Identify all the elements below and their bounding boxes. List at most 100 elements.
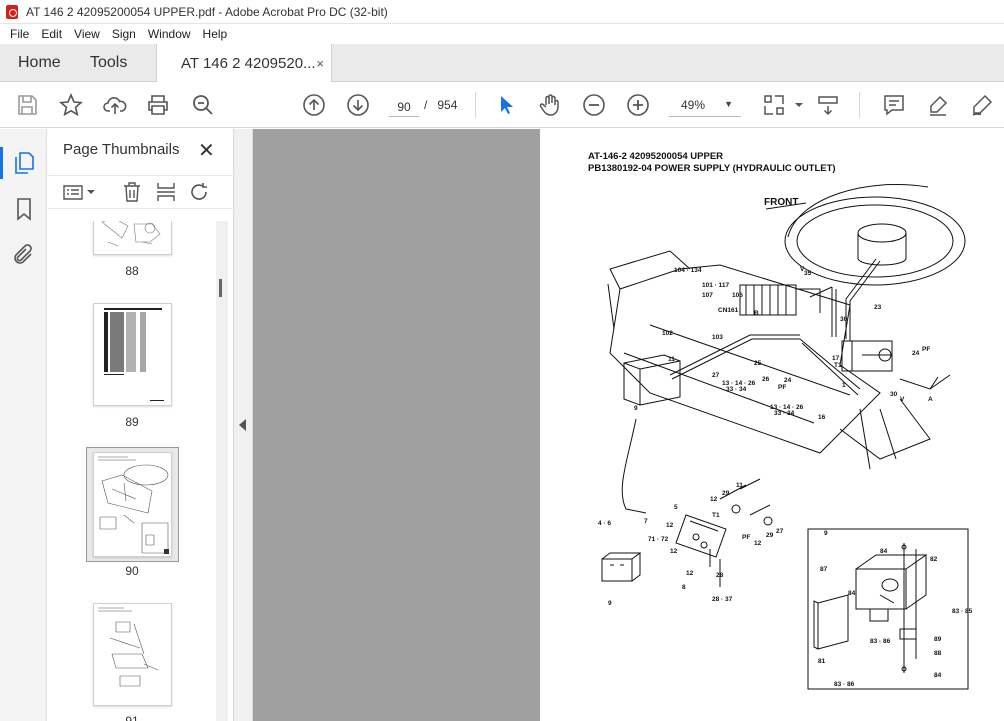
callout-103: 103 (712, 334, 723, 341)
select-cursor-icon[interactable] (494, 93, 518, 117)
callout-cn161: CN161 (718, 307, 739, 314)
thumbnail-page-90[interactable] (93, 452, 172, 557)
extract-page-icon[interactable] (155, 181, 177, 203)
thumbnail-page-88[interactable] (93, 221, 172, 255)
zoom-search-icon[interactable] (191, 93, 215, 117)
callout-a: A (928, 396, 933, 403)
fit-page-icon[interactable] (762, 93, 786, 117)
hydraulic-diagram: FRONT 104 · 134 101 · 117 107 106 B CN16… (598, 184, 973, 690)
thumbnail-page-89[interactable] (93, 303, 172, 406)
menu-file[interactable]: File (4, 27, 35, 41)
bookmarks-icon[interactable] (12, 197, 36, 221)
collapse-left-arrow-icon[interactable] (239, 419, 246, 431)
main-toolbar: / 954 49% ▼ (0, 82, 1004, 128)
rotate-page-icon[interactable] (189, 181, 211, 203)
panel-collapse-strip[interactable] (234, 129, 253, 721)
bookmark-star-icon[interactable] (59, 92, 83, 117)
comment-icon[interactable] (882, 93, 906, 117)
callout-28: 28 (716, 572, 724, 579)
fit-page-dropdown-icon[interactable] (787, 93, 803, 117)
menu-sign[interactable]: Sign (106, 27, 142, 41)
menu-window[interactable]: Window (142, 27, 197, 41)
attachments-paperclip-icon[interactable] (12, 243, 36, 267)
callout-87: 87 (820, 566, 828, 573)
print-icon[interactable] (146, 93, 170, 117)
toolbar-divider (475, 92, 476, 118)
scrollbar-thumb[interactable] (219, 279, 222, 297)
tab-document[interactable]: AT 146 2 4209520... × (156, 44, 332, 83)
callout-17: 17 (832, 355, 840, 362)
close-panel-icon[interactable]: ✕ (198, 138, 215, 163)
callout-27b: 27 (776, 528, 784, 535)
callout-1: 1 (842, 382, 846, 389)
scroll-mode-icon[interactable] (816, 93, 840, 117)
tab-document-label: AT 146 2 4209520... (181, 55, 316, 72)
total-pages: 954 (437, 98, 458, 112)
callout-pf2: PF (922, 346, 930, 353)
callout-89: 89 (934, 636, 942, 643)
thumbnail-label-90: 90 (125, 564, 139, 578)
callout-12a: 12 (666, 522, 674, 529)
callout-83-86: 83 · 86 (870, 638, 891, 645)
previous-page-icon[interactable] (302, 93, 326, 117)
menu-edit[interactable]: Edit (35, 27, 68, 41)
zoom-out-icon[interactable] (582, 93, 606, 117)
callout-33-34b: 33 · 34 (774, 410, 795, 417)
toolbar-divider (859, 92, 860, 118)
callout-pf: PF (778, 384, 786, 391)
sign-pen-icon[interactable] (970, 93, 994, 117)
callout-11: 11 (668, 356, 675, 363)
callout-12b: 12 (670, 548, 678, 555)
callout-pf3: PF (742, 534, 750, 541)
callout-84: 84 (880, 548, 888, 555)
callout-12d: 12 (710, 496, 718, 503)
tab-home[interactable]: Home (18, 44, 61, 82)
document-viewport[interactable]: AT-146-2 42095200054 UPPER PB1380192-04 … (253, 129, 1004, 721)
tab-bar: Home Tools AT 146 2 4209520... × (0, 44, 1004, 83)
thumbnail-page-91[interactable] (93, 603, 172, 706)
zoom-level-dropdown[interactable]: 49% ▼ (669, 93, 741, 117)
callout-102: 102 (662, 330, 673, 337)
next-page-icon[interactable] (346, 93, 370, 117)
tab-tools[interactable]: Tools (90, 44, 127, 82)
callout-8: 8 (682, 584, 686, 591)
menu-help[interactable]: Help (197, 27, 234, 41)
page-thumbnails-icon[interactable] (0, 147, 36, 179)
thumbnail-list[interactable]: 88 89 90 91 (48, 221, 234, 721)
highlight-pen-icon[interactable] (926, 93, 950, 117)
callout-26: 26 (762, 376, 770, 383)
tab-close-button[interactable]: × (316, 56, 324, 71)
document-page: AT-146-2 42095200054 UPPER PB1380192-04 … (540, 129, 1004, 721)
callout-106: 106 (732, 292, 743, 299)
callout-84b: 84 (848, 590, 856, 597)
window-title: AT 146 2 42095200054 UPPER.pdf - Adobe A… (26, 4, 388, 19)
callout-12c: 12 (686, 570, 694, 577)
zoom-level-value: 49% (681, 98, 706, 112)
callout-v2: V (900, 396, 905, 403)
callout-81: 81 (818, 658, 826, 665)
callout-71-72: 71 · 72 (648, 536, 669, 543)
callout-82: 82 (930, 556, 938, 563)
callout-88: 88 (934, 650, 942, 657)
callout-104: 104 · 134 (674, 267, 702, 274)
callout-9b: 9 (608, 600, 612, 607)
zoom-in-icon[interactable] (626, 93, 650, 117)
hand-tool-icon[interactable] (538, 93, 562, 117)
callout-25: 25 (754, 360, 762, 367)
callout-101: 101 · 117 (702, 282, 729, 289)
callout-5: 5 (674, 504, 678, 511)
callout-7: 7 (644, 518, 648, 525)
callout-107: 107 (702, 292, 713, 299)
callout-12e: 12 (754, 540, 762, 547)
thumbnail-scrollbar[interactable] (216, 221, 228, 721)
left-navigation-rail (0, 129, 47, 721)
thumbnail-options-icon[interactable] (62, 181, 84, 203)
callout-4-6: 4 · 6 (598, 520, 611, 527)
delete-page-icon[interactable] (121, 181, 143, 203)
menu-view[interactable]: View (68, 27, 106, 41)
page-number-input[interactable] (389, 93, 419, 117)
save-icon[interactable] (15, 93, 39, 117)
upload-cloud-icon[interactable] (103, 93, 127, 117)
thumbnail-label-88: 88 (125, 264, 139, 278)
options-dropdown-icon[interactable] (86, 181, 96, 203)
